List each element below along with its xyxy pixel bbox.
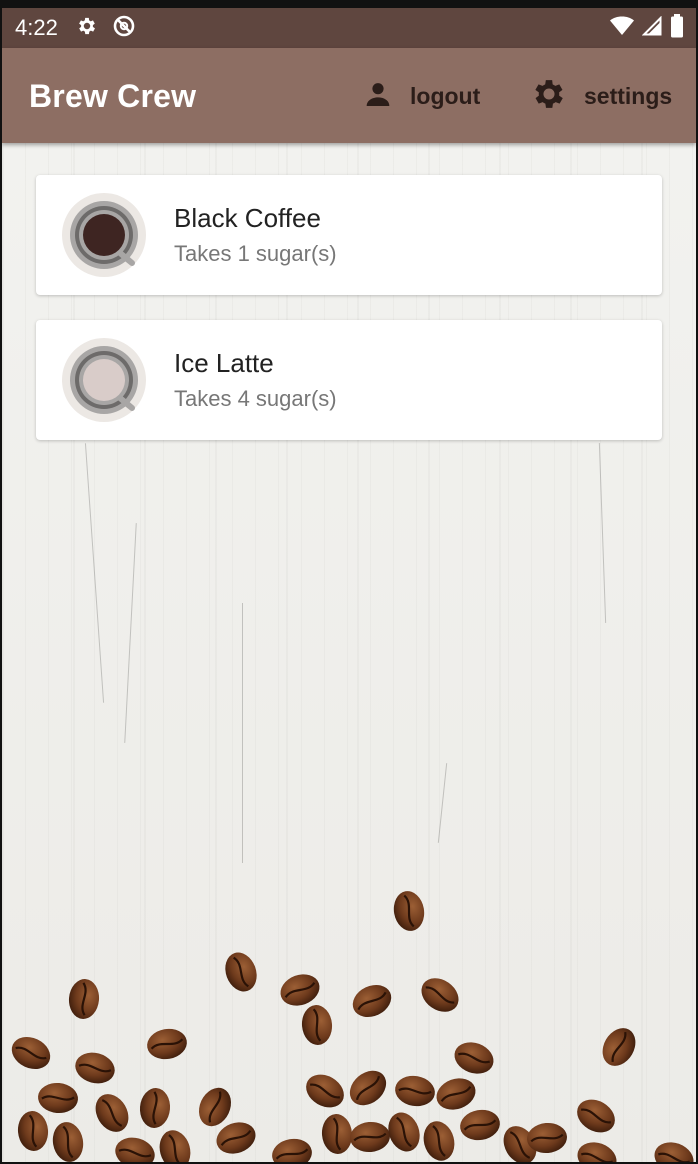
coffee-cup-avatar xyxy=(62,193,146,277)
brew-name: Ice Latte xyxy=(174,348,274,378)
coffee-fill xyxy=(83,214,125,256)
brew-card[interactable]: Ice Latte Takes 4 sugar(s) xyxy=(36,320,662,440)
app-screen: 4:22 Brew Crew logout settings Black Cof… xyxy=(2,8,696,1162)
brew-sugars: Takes 4 sugar(s) xyxy=(174,386,337,411)
settings-label: settings xyxy=(584,82,673,109)
wood-crack xyxy=(124,523,137,743)
app-bar: Brew Crew logout settings xyxy=(2,48,696,143)
logout-label: logout xyxy=(410,82,481,109)
status-time: 4:22 xyxy=(15,15,58,40)
wood-crack xyxy=(84,443,105,703)
signal-icon xyxy=(641,15,662,41)
wood-crack xyxy=(437,763,448,843)
brew-card[interactable]: Black Coffee Takes 1 sugar(s) xyxy=(36,175,662,295)
no-sync-icon xyxy=(112,14,136,43)
brew-sugars: Takes 1 sugar(s) xyxy=(174,241,337,266)
status-bar: 4:22 xyxy=(2,8,696,48)
logout-button[interactable]: logout xyxy=(362,75,480,117)
wifi-icon xyxy=(610,16,634,41)
person-icon xyxy=(362,78,394,115)
wood-crack xyxy=(242,603,243,863)
coffee-cup-avatar xyxy=(62,338,146,422)
wood-crack xyxy=(598,443,607,623)
coffee-fill xyxy=(83,359,125,401)
app-title: Brew Crew xyxy=(29,78,197,114)
brew-list: Black Coffee Takes 1 sugar(s) Ice Latte … xyxy=(2,143,696,1162)
brew-name: Black Coffee xyxy=(174,203,321,233)
settings-gear-icon xyxy=(530,75,568,118)
settings-button[interactable]: settings xyxy=(530,75,672,117)
coffee-beans-decoration xyxy=(5,887,696,1162)
battery-icon xyxy=(670,13,684,43)
gear-icon xyxy=(76,15,98,42)
